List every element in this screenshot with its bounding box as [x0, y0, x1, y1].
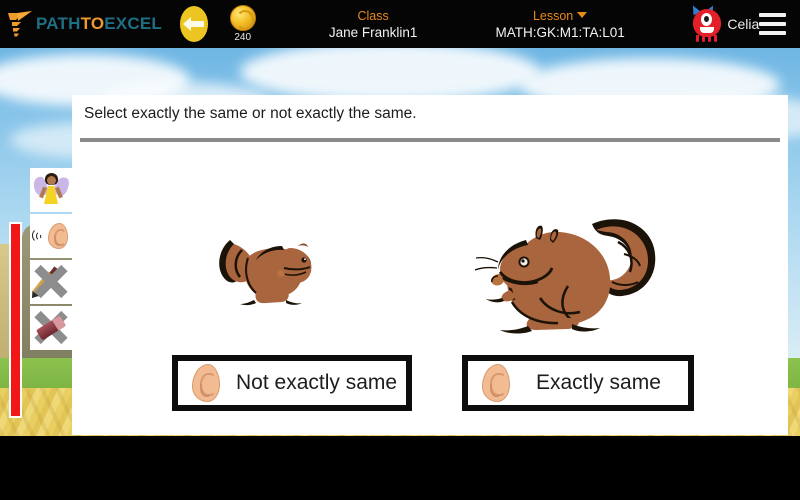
chevron-down-icon[interactable]: [577, 11, 588, 18]
vertical-progress-bar: [9, 222, 22, 418]
answer-button-not-exactly-same[interactable]: Not exactly same: [172, 355, 412, 411]
brand-logo-text: PATHTOEXCEL: [36, 14, 162, 34]
app-header: PATHTOEXCEL 240 Class Jane Franklin1 Les…: [0, 0, 800, 48]
monster-legs: [696, 35, 718, 42]
app-root: PATHTOEXCEL 240 Class Jane Franklin1 Les…: [0, 0, 800, 500]
back-button[interactable]: [179, 6, 209, 42]
logo-part-to: TO: [80, 14, 105, 33]
tool-rail: [30, 168, 72, 352]
gold-coin-icon: [229, 5, 256, 31]
hamburger-menu-icon[interactable]: [759, 8, 786, 40]
checkmark-bird-logo-icon: [6, 9, 34, 39]
lesson-info[interactable]: Lesson MATH:GK:M1:TA:L01: [487, 8, 633, 41]
user-name-label: Celia: [727, 16, 760, 32]
lesson-label: Lesson: [532, 8, 574, 23]
fairy-helper-button[interactable]: [30, 168, 72, 212]
ear-listen-icon: [48, 223, 68, 249]
class-label: Class: [357, 8, 389, 23]
coin-counter[interactable]: 240: [226, 5, 259, 43]
cloud-icon: [240, 48, 540, 102]
coin-count-label: 240: [234, 32, 252, 43]
back-arrow-icon: [183, 17, 205, 31]
ear-icon: [482, 364, 510, 402]
monster-mouth: [700, 27, 715, 33]
squirrel-small-image: [212, 220, 322, 320]
listen-audio-button[interactable]: [30, 214, 72, 258]
ear-icon: [192, 364, 220, 402]
logo-part-path: PATH: [36, 14, 81, 33]
class-info: Class Jane Franklin1: [307, 8, 439, 41]
panel-divider: [80, 138, 780, 142]
logo-part-excel: EXCEL: [104, 14, 162, 33]
lesson-label-row: Lesson: [487, 8, 633, 24]
class-value: Jane Franklin1: [328, 24, 418, 40]
brand-logo[interactable]: PATHTOEXCEL: [6, 9, 162, 39]
lesson-value: MATH:GK:M1:TA:L01: [495, 24, 625, 40]
fairy-face: [47, 176, 56, 185]
squirrel-large-image: [472, 190, 672, 350]
answer-row: Not exactly same Exactly same: [72, 355, 788, 417]
answer-label-not-exactly-same: Not exactly same: [236, 371, 398, 394]
question-text: Select exactly the same or not exactly t…: [84, 105, 417, 122]
answer-button-exactly-same[interactable]: Exactly same: [462, 355, 694, 411]
footer-letterbox: [0, 436, 800, 500]
eraser-disabled-button[interactable]: [30, 306, 72, 350]
pencil-disabled-button[interactable]: [30, 260, 72, 304]
content-panel: Select exactly the same or not exactly t…: [72, 95, 788, 435]
red-monster-avatar[interactable]: [689, 3, 722, 44]
answer-label-exactly-same: Exactly same: [536, 371, 661, 394]
